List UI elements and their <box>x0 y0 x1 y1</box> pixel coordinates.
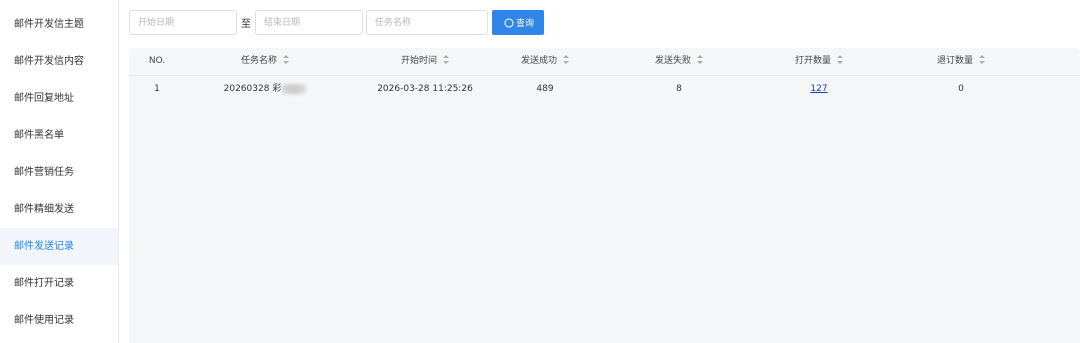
sort-icon[interactable] <box>697 55 703 64</box>
sidebar-item-send-records[interactable]: 邮件发送记录 <box>0 228 118 265</box>
column-header-opened[interactable]: 打开数量 <box>749 48 889 75</box>
sort-icon[interactable] <box>979 55 985 64</box>
end-date-input[interactable] <box>255 10 363 35</box>
sidebar-item-open-records[interactable]: 邮件打开记录 <box>0 265 118 302</box>
cell-opened: 127 <box>749 76 889 103</box>
column-header-no: NO. <box>148 56 166 66</box>
sidebar-item-usage-records[interactable]: 邮件使用记录 <box>0 302 118 339</box>
sidebar-item-dev-letter-content[interactable]: 邮件开发信内容 <box>0 43 118 80</box>
search-button[interactable]: 查询 <box>492 10 545 35</box>
sort-icon[interactable] <box>443 55 449 64</box>
search-button-label: 查询 <box>516 19 535 29</box>
table-row: 1 20260328 彩 2026-03-28 11:25:26 489 8 1… <box>129 76 1080 103</box>
task-name-input[interactable] <box>366 10 488 35</box>
records-table: NO. 任务名称 开始时间 发送成功 发送失败 打开数量 退订数量 1 2026… <box>129 48 1080 343</box>
column-header-sent-failed[interactable]: 发送失败 <box>609 48 749 75</box>
sort-icon[interactable] <box>283 55 289 64</box>
cell-unsubscribed: 0 <box>958 84 964 94</box>
sort-icon[interactable] <box>563 55 569 64</box>
filter-bar: 至 查询 <box>129 10 545 35</box>
search-icon <box>504 17 514 28</box>
sidebar-item-reply-address[interactable]: 邮件回复地址 <box>0 80 118 117</box>
sidebar-item-dev-letter-subject[interactable]: 邮件开发信主题 <box>0 6 118 43</box>
cell-sent-success: 489 <box>536 84 554 94</box>
opened-count-link[interactable]: 127 <box>810 84 827 94</box>
sort-icon[interactable] <box>837 55 843 64</box>
cell-no: 1 <box>154 84 160 94</box>
column-header-task-name[interactable]: 任务名称 <box>185 48 345 75</box>
date-range-separator: 至 <box>241 19 251 30</box>
column-header-sent-success[interactable]: 发送成功 <box>465 48 625 75</box>
redacted-text <box>282 83 307 94</box>
sidebar-item-marketing-task[interactable]: 邮件营销任务 <box>0 154 118 191</box>
sidebar-item-blacklist[interactable]: 邮件黑名单 <box>0 117 118 154</box>
column-header-unsubscribed[interactable]: 退订数量 <box>891 48 1031 75</box>
cell-sent-failed: 8 <box>676 84 682 94</box>
cell-task-name: 20260328 彩 <box>185 76 345 103</box>
sidebar: 邮件开发信主题 邮件开发信内容 邮件回复地址 邮件黑名单 邮件营销任务 邮件精细… <box>0 0 119 343</box>
table-header-row: NO. 任务名称 开始时间 发送成功 发送失败 打开数量 退订数量 <box>129 48 1080 76</box>
sidebar-item-fine-send[interactable]: 邮件精细发送 <box>0 191 118 228</box>
start-date-input[interactable] <box>129 10 237 35</box>
main-content: 至 查询 NO. 任务名称 开始时间 <box>119 0 1080 343</box>
app-root: 邮件开发信主题 邮件开发信内容 邮件回复地址 邮件黑名单 邮件营销任务 邮件精细… <box>0 0 1080 343</box>
